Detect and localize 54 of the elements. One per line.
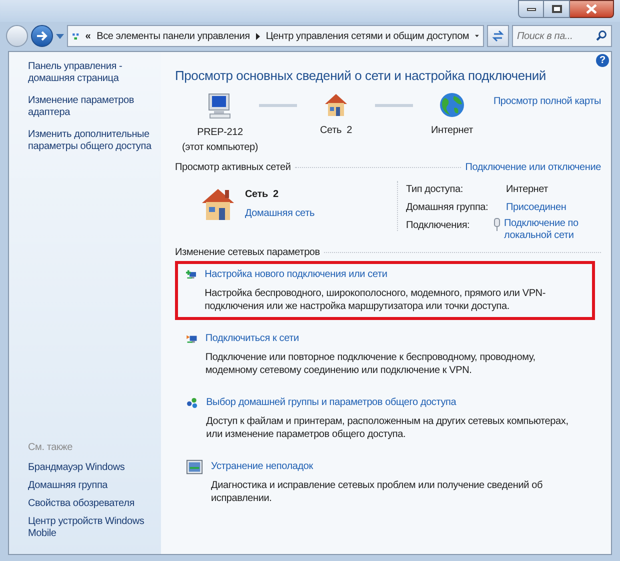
- page-title: Просмотр основных сведений о сети и настройка подключений: [175, 67, 547, 85]
- task-link[interactable]: Настройка нового подключения или сети: [204, 266, 584, 282]
- sidebar-link[interactable]: Изменение параметров адаптера: [28, 95, 153, 119]
- task-link[interactable]: Устранение неполадок: [211, 458, 584, 474]
- refresh-button[interactable]: [487, 25, 509, 47]
- task-description: Доступ к файлам и принтерам, расположенным на других сетевых компьютерах, или изменение параметров общего доступа.: [206, 414, 570, 440]
- map-node-label: Интернет: [430, 124, 474, 138]
- see-also-link[interactable]: Центр устройств Windows Mobile: [28, 516, 153, 540]
- section-heading: Просмотр активных сетей: [175, 160, 291, 174]
- sidebar-link[interactable]: Изменить дополнительные параметры общего доступа: [28, 129, 153, 153]
- task-description: Настройка беспроводного, широкополосного, модемного, прямого или VPN-подключения или же настройка маршрутизатора или точки доступа.: [204, 286, 546, 312]
- see-also-link[interactable]: Свойства обозревателя: [28, 498, 153, 510]
- map-node-sublabel: (этот компьютер): [182, 140, 258, 154]
- search-icon[interactable]: [596, 30, 607, 41]
- task-link[interactable]: Выбор домашней группы и параметров общего доступа: [206, 394, 584, 410]
- refresh-icon: [492, 30, 504, 42]
- minimize-button[interactable]: [518, 0, 544, 18]
- close-button[interactable]: [570, 0, 614, 18]
- network-type-link[interactable]: Домашняя сеть: [245, 206, 314, 220]
- detail-value: Интернет: [505, 182, 550, 196]
- breadcrumb[interactable]: Центр управления сетями и общим доступом: [266, 28, 470, 44]
- dropdown-arrow-icon[interactable]: [475, 34, 479, 38]
- section-heading: Изменение сетевых параметров: [175, 246, 320, 260]
- troubleshoot-icon: [186, 458, 204, 474]
- breadcrumb[interactable]: Все элементы панели управления: [96, 28, 250, 44]
- detail-label: Домашняя группа:: [406, 200, 490, 214]
- homegroup-link[interactable]: Присоединен: [506, 202, 566, 212]
- task-description: Подключение или повторное подключение к беспроводному, проводному, модемному сетевому соединению или подключение к VPN.: [205, 350, 536, 376]
- task-link[interactable]: Подключиться к сети: [205, 330, 584, 346]
- help-button[interactable]: ?: [596, 54, 609, 67]
- see-also-link[interactable]: Домашняя группа: [28, 480, 153, 492]
- detail-label: Подключения:: [406, 218, 471, 232]
- see-also-link[interactable]: Брандмауэр Windows: [28, 462, 153, 474]
- breadcrumb-overflow[interactable]: «: [85, 28, 91, 44]
- address-bar[interactable]: « Все элементы панели управления Центр управления сетями и общим доступом: [67, 25, 484, 47]
- task-description: Диагностика и исправление сетевых проблем или получение сведений об исправлении.: [211, 478, 544, 504]
- breadcrumb-arrow-icon[interactable]: [256, 32, 260, 40]
- map-node-label: PREP-212: [197, 126, 243, 140]
- forward-button[interactable]: [31, 25, 53, 47]
- network-name: Сеть 2: [245, 188, 280, 202]
- globe-icon[interactable]: [439, 92, 465, 118]
- maximize-button[interactable]: [544, 0, 570, 18]
- sidebar-link[interactable]: Панель управления - домашняя страница: [28, 61, 153, 85]
- connect-disconnect-link[interactable]: Подключение или отключение: [465, 160, 601, 174]
- house-icon[interactable]: [323, 92, 349, 118]
- map-node-label: Сеть 2: [320, 124, 352, 138]
- close-icon: [586, 4, 597, 14]
- arrow-icon: [36, 31, 48, 41]
- full-map-link[interactable]: Просмотр полной карты: [493, 94, 601, 154]
- detail-label: Тип доступа:: [406, 182, 464, 196]
- see-also-heading: См. также: [28, 441, 74, 455]
- search-field[interactable]: Поиск в па...: [512, 25, 612, 47]
- plug-icon: [494, 218, 500, 230]
- connection-link[interactable]: Подключение по локальной сети: [504, 218, 586, 242]
